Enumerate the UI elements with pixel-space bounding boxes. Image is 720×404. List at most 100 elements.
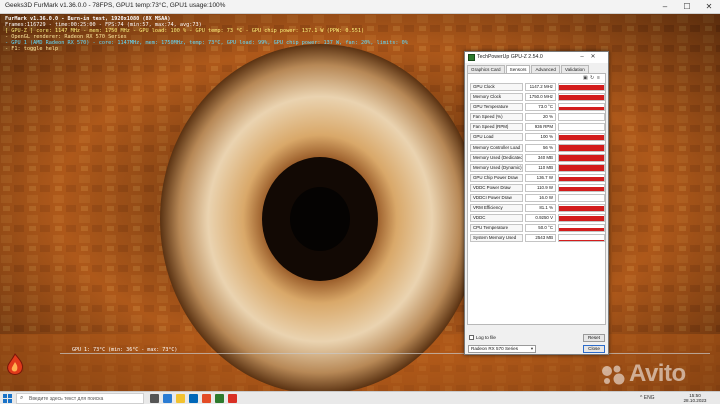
sensor-value: 73.0 °C xyxy=(525,103,556,112)
furmark-taskbar-icon[interactable] xyxy=(202,394,211,403)
sensor-name[interactable]: CPU Temperature xyxy=(470,224,523,233)
overlay-line-gpu1: - GPU 1 (AMD Radeon RX 570) - core: 1147… xyxy=(5,40,408,46)
sensor-value: 56 % xyxy=(525,143,556,152)
sensor-row: VDDC 0.9250 V xyxy=(470,213,605,223)
sensor-name[interactable]: Fan Speed (RPM) xyxy=(470,123,523,132)
sensor-value: 2543 MB xyxy=(525,234,556,243)
sensor-value: 136.7 W xyxy=(525,173,556,182)
sensor-row: Memory Controller Load 56 % xyxy=(470,143,605,153)
sensor-value: 340 MB xyxy=(525,153,556,162)
sensor-name[interactable]: Fan Speed (%) xyxy=(470,113,523,122)
sensor-graph xyxy=(558,224,605,233)
task-view-icon[interactable] xyxy=(150,394,159,403)
store-icon[interactable] xyxy=(189,394,198,403)
sensor-row: GPU Chip Power Draw 136.7 W xyxy=(470,173,605,183)
close-button-gpuz[interactable]: Close xyxy=(583,345,605,353)
minimize-button[interactable]: – xyxy=(654,0,676,14)
sensor-name[interactable]: VRM Efficiency xyxy=(470,204,523,213)
sensor-name[interactable]: GPU Temperature xyxy=(470,103,523,112)
gpuz-taskbar-icon[interactable] xyxy=(215,394,224,403)
reset-button[interactable]: Reset xyxy=(583,334,605,342)
gpuz-window-title: TechPowerUp GPU-Z 2.54.0 xyxy=(477,54,543,60)
sensor-row: Memory Used (Dedicated) 340 MB xyxy=(470,153,605,163)
chevron-down-icon: ▼ xyxy=(530,346,534,351)
sensor-name[interactable]: VDDC Power Draw xyxy=(470,183,523,192)
camera-icon[interactable]: ▣ xyxy=(583,76,588,81)
sensor-graph-fill xyxy=(559,216,604,222)
sensor-row: VDDC Power Draw 110.9 W xyxy=(470,183,605,193)
furmark-window-title: Geeks3D FurMark v1.36.0.0 - 78FPS, GPU1 … xyxy=(5,2,226,9)
refresh-icon[interactable]: ↻ xyxy=(590,76,595,81)
sensor-graph xyxy=(558,183,605,192)
log-to-file-label: Log to file xyxy=(476,335,496,340)
log-checkbox-box[interactable] xyxy=(469,335,474,340)
sensor-graph xyxy=(558,163,605,172)
sensor-graph xyxy=(558,93,605,102)
sensor-value: 110.9 W xyxy=(525,183,556,192)
sensor-graph xyxy=(558,133,605,142)
sensor-name[interactable]: Memory Used (Dynamic) xyxy=(470,163,523,172)
sensor-name[interactable]: GPU Clock xyxy=(470,83,523,91)
sensors-toolbar: ▣ ↻ ≡ xyxy=(583,76,602,81)
sensor-graph-fill xyxy=(559,106,604,111)
sensor-graph-fill xyxy=(559,187,604,191)
sensor-row: GPU Temperature 73.0 °C xyxy=(470,102,605,112)
sensor-row: GPU Load 100 % xyxy=(470,132,605,142)
windows-start-icon[interactable] xyxy=(3,394,12,403)
sensor-name[interactable]: Memory Used (Dedicated) xyxy=(470,153,523,162)
sensor-name[interactable]: VDDCI Power Draw xyxy=(470,194,523,203)
edge-icon[interactable] xyxy=(163,394,172,403)
sensor-graph-fill xyxy=(559,94,604,101)
sensor-graph xyxy=(558,123,605,132)
system-tray[interactable]: ^ ENG xyxy=(640,395,655,401)
sensor-name[interactable]: Memory Controller Load xyxy=(470,143,523,152)
sensor-graph xyxy=(558,204,605,213)
taskbar-search-input[interactable]: ⌕ Введите здесь текст для поиска xyxy=(16,393,144,404)
sensor-name[interactable]: GPU Load xyxy=(470,133,523,142)
sensor-name[interactable]: VDDC xyxy=(470,214,523,223)
sensor-graph-fill xyxy=(559,165,604,171)
sensor-row: VRM Efficiency 81.1 % xyxy=(470,203,605,213)
sensor-value: 100 % xyxy=(525,133,556,142)
menu-icon[interactable]: ≡ xyxy=(597,76,602,81)
sensor-row: VDDCI Power Draw 16.0 W xyxy=(470,193,605,203)
gpuz-titlebar[interactable]: TechPowerUp GPU-Z 2.54.0 – ✕ xyxy=(465,52,608,63)
sensor-graph xyxy=(558,214,605,223)
gpu-select-value: Radeon RX 570 Series xyxy=(471,346,518,351)
taskbar-clock[interactable]: 15:50 28.10.2023 xyxy=(682,393,708,403)
sensor-graph-fill xyxy=(559,145,604,151)
sensor-graph xyxy=(558,143,605,152)
sensor-row: Memory Clock 1750.0 MHz xyxy=(470,92,605,102)
taskbar: ⌕ Введите здесь текст для поиска ^ ENG 1… xyxy=(0,391,720,404)
gpu-select-dropdown[interactable]: Radeon RX 570 Series ▼ xyxy=(468,345,536,353)
sensor-graph xyxy=(558,113,605,122)
furmark-titlebar[interactable]: Geeks3D FurMark v1.36.0.0 - 78FPS, GPU1 … xyxy=(0,0,720,14)
sensor-graph xyxy=(558,234,605,243)
sensor-graph-fill xyxy=(559,155,604,161)
maximize-button[interactable]: ☐ xyxy=(676,0,698,14)
gpuz-minimize-button[interactable]: – xyxy=(577,52,587,63)
sensor-row: GPU Clock 1147.2 MHz xyxy=(470,82,605,92)
search-icon: ⌕ xyxy=(20,395,24,401)
sensor-name[interactable]: System Memory Used xyxy=(470,234,523,243)
gpuz-close-x-button[interactable]: ✕ xyxy=(588,52,598,63)
sensor-graph-fill xyxy=(559,134,604,141)
clock-date: 28.10.2023 xyxy=(683,398,707,404)
sensor-name[interactable]: GPU Chip Power Draw xyxy=(470,173,523,182)
sensor-value: 16.0 W xyxy=(525,194,556,203)
gpuz-window[interactable]: TechPowerUp GPU-Z 2.54.0 – ✕ Graphics Ca… xyxy=(464,51,609,355)
sensor-graph-fill xyxy=(559,176,604,181)
avito-watermark: Avito xyxy=(596,360,716,390)
close-button[interactable]: ✕ xyxy=(698,0,720,14)
sensor-row: Fan Speed (RPM) 936 RPM xyxy=(470,122,605,132)
sensor-row: Fan Speed (%) 20 % xyxy=(470,112,605,122)
sensor-rows: GPU Clock 1147.2 MHz Memory Clock 1750.0 MH… xyxy=(470,82,605,244)
app-icon[interactable] xyxy=(228,394,237,403)
log-to-file-checkbox[interactable]: Log to file xyxy=(469,335,496,340)
explorer-icon[interactable] xyxy=(176,394,185,403)
sensor-name[interactable]: Memory Clock xyxy=(470,93,523,102)
sensor-value: 81.1 % xyxy=(525,204,556,213)
overlay-line-help: - F1: toggle help xyxy=(5,46,59,52)
sensor-graph xyxy=(558,83,605,91)
taskbar-search-placeholder: Введите здесь текст для поиска xyxy=(29,396,104,402)
